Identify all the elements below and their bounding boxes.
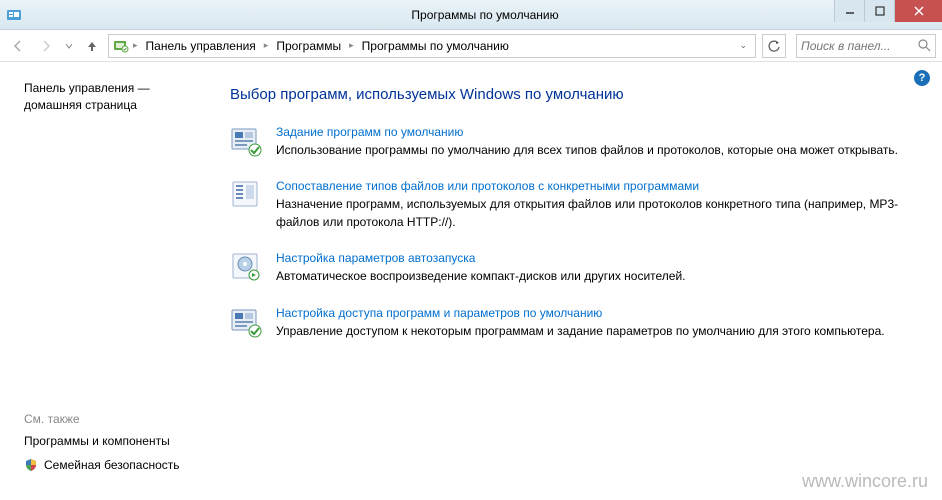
sidebar-link-label: Программы и компоненты — [24, 434, 170, 448]
breadcrumb-sep-icon: ▸ — [347, 40, 356, 51]
option-link[interactable]: Настройка доступа программ и параметров … — [276, 306, 912, 320]
breadcrumb-item[interactable]: Программы — [272, 39, 345, 53]
option-desc: Автоматическое воспроизведение компакт-д… — [276, 268, 912, 285]
breadcrumb[interactable]: ▸ Панель управления ▸ Программы ▸ Програ… — [108, 34, 756, 58]
breadcrumb-dropdown-icon[interactable]: ⌄ — [735, 40, 751, 51]
search-icon[interactable] — [918, 39, 931, 52]
maximize-button[interactable] — [864, 0, 894, 22]
control-panel-home-link[interactable]: Панель управления — домашняя страница — [24, 80, 200, 114]
page-heading: Выбор программ, используемых Windows по … — [230, 86, 912, 103]
close-button[interactable] — [894, 0, 942, 22]
search-input[interactable] — [801, 39, 918, 53]
option-link[interactable]: Задание программ по умолчанию — [276, 125, 912, 139]
option-desc: Управление доступом к некоторым программ… — [276, 323, 912, 340]
sidebar: Панель управления — домашняя страница См… — [0, 62, 210, 500]
option-link[interactable]: Настройка параметров автозапуска — [276, 251, 912, 265]
control-panel-icon — [113, 38, 129, 54]
program-access-icon — [230, 306, 262, 338]
minimize-button[interactable] — [834, 0, 864, 22]
breadcrumb-sep-icon: ▸ — [131, 40, 140, 51]
option-link[interactable]: Сопоставление типов файлов или протоколо… — [276, 179, 912, 193]
sidebar-link-family-safety[interactable]: Семейная безопасность — [24, 458, 200, 472]
recent-dropdown[interactable] — [62, 34, 76, 58]
sidebar-link-programs[interactable]: Программы и компоненты — [24, 434, 200, 448]
window-buttons — [834, 0, 942, 22]
toolbar: ▸ Панель управления ▸ Программы ▸ Програ… — [0, 30, 942, 62]
help-icon[interactable]: ? — [914, 70, 930, 86]
watermark: www.wincore.ru — [802, 471, 928, 492]
option-program-access: Настройка доступа программ и параметров … — [230, 306, 912, 340]
breadcrumb-sep-icon: ▸ — [262, 40, 271, 51]
sidebar-link-label: Семейная безопасность — [44, 458, 180, 472]
see-also-label: См. также — [24, 412, 200, 426]
autoplay-icon — [230, 251, 262, 283]
refresh-button[interactable] — [762, 34, 786, 58]
option-autoplay: Настройка параметров автозапуска Автомат… — [230, 251, 912, 285]
option-desc: Использование программы по умолчанию для… — [276, 142, 912, 159]
search-box[interactable] — [796, 34, 936, 58]
main-content: ? Выбор программ, используемых Windows п… — [210, 62, 942, 500]
forward-button[interactable] — [34, 34, 58, 58]
breadcrumb-item[interactable]: Панель управления — [142, 39, 260, 53]
option-associate-file-types: Сопоставление типов файлов или протоколо… — [230, 179, 912, 231]
back-button[interactable] — [6, 34, 30, 58]
up-button[interactable] — [80, 34, 104, 58]
associate-icon — [230, 179, 262, 211]
option-desc: Назначение программ, используемых для от… — [276, 196, 912, 231]
option-set-default-programs: Задание программ по умолчанию Использова… — [230, 125, 912, 159]
system-icon — [6, 7, 22, 23]
shield-icon — [24, 458, 38, 472]
programs-icon — [230, 125, 262, 157]
window-title: Программы по умолчанию — [28, 8, 942, 22]
breadcrumb-item[interactable]: Программы по умолчанию — [358, 39, 513, 53]
title-bar: Программы по умолчанию — [0, 0, 942, 30]
